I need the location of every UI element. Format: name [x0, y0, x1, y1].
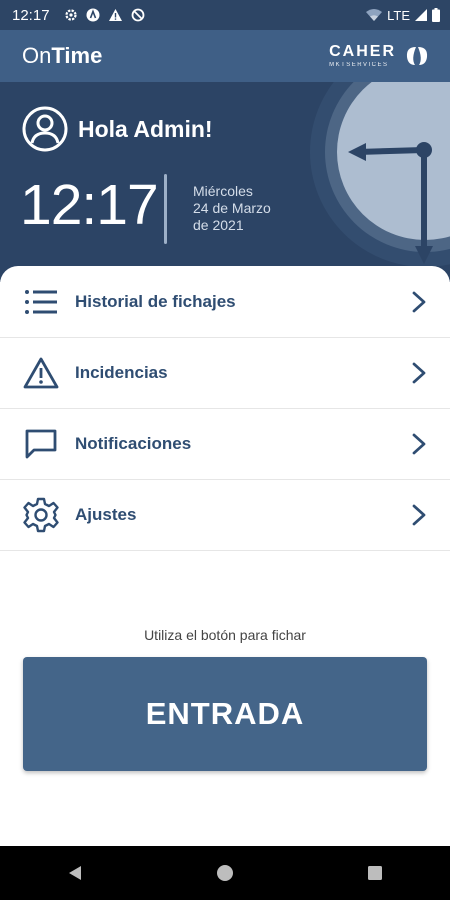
menu-label: Notificaciones — [75, 433, 192, 453]
menu-label: Incidencias — [75, 362, 168, 382]
blocked-notification-icon — [131, 8, 144, 22]
greeting: Hola Admin! — [22, 106, 213, 152]
android-notification-icon — [86, 8, 100, 22]
brand-logo: CAHER MKTSERVICES — [329, 44, 430, 68]
chat-icon — [22, 425, 60, 463]
current-time: 12:17 — [20, 173, 159, 237]
recents-square-icon — [368, 866, 382, 880]
home-button[interactable] — [205, 853, 245, 893]
clock-decoration-icon — [310, 82, 450, 267]
time-divider — [164, 174, 167, 244]
chevron-right-icon — [412, 433, 426, 454]
date-line: 24 de Marzo — [193, 200, 271, 216]
header-panel: Hola Admin! 12:17 Miércoles 24 de Marzo … — [0, 82, 450, 282]
menu-card: Historial de fichajes Incidencias Notifi… — [0, 266, 450, 866]
brand-name: CAHER — [329, 43, 396, 60]
chevron-right-icon — [412, 504, 426, 525]
settings-notification-icon — [64, 9, 77, 21]
year-line: de 2021 — [193, 217, 244, 233]
chevron-right-icon — [412, 291, 426, 312]
user-avatar-icon — [22, 106, 68, 152]
home-circle-icon — [217, 865, 233, 881]
menu-label: Ajustes — [75, 504, 137, 524]
menu-item-notificaciones[interactable]: Notificaciones — [0, 408, 450, 480]
app-bar: OnTime CAHER MKTSERVICES — [0, 30, 450, 82]
battery-icon — [432, 8, 440, 22]
entrada-button[interactable]: ENTRADA — [23, 657, 427, 771]
signal-icon — [415, 9, 427, 21]
weekday: Miércoles — [193, 183, 253, 199]
brand-mark-icon — [406, 47, 428, 65]
alert-notification-icon — [108, 9, 122, 21]
app-title: OnTime — [22, 43, 103, 68]
brand-subtitle: MKTSERVICES — [329, 62, 389, 68]
chevron-right-icon — [412, 362, 426, 383]
recents-button[interactable] — [355, 853, 395, 893]
current-date: Miércoles 24 de Marzo de 2021 — [193, 183, 271, 234]
gear-icon — [22, 496, 60, 534]
notification-icons — [64, 8, 145, 22]
status-bar: 12:17 LTE — [0, 0, 450, 30]
greeting-text: Hola Admin! — [78, 115, 213, 142]
list-icon — [22, 283, 60, 321]
back-button[interactable] — [55, 853, 95, 893]
wifi-icon — [366, 9, 383, 21]
menu-item-historial[interactable]: Historial de fichajes — [0, 266, 450, 338]
menu-label: Historial de fichajes — [75, 291, 236, 311]
status-time: 12:17 — [12, 6, 50, 24]
menu-item-ajustes[interactable]: Ajustes — [0, 479, 450, 551]
network-type: LTE — [387, 7, 410, 23]
system-nav-bar — [0, 846, 450, 900]
back-triangle-icon — [69, 866, 81, 880]
clock-in-hint: Utiliza el botón para fichar — [144, 627, 306, 643]
system-icons: LTE — [366, 8, 440, 23]
warning-icon — [22, 354, 60, 392]
menu-item-incidencias[interactable]: Incidencias — [0, 337, 450, 409]
